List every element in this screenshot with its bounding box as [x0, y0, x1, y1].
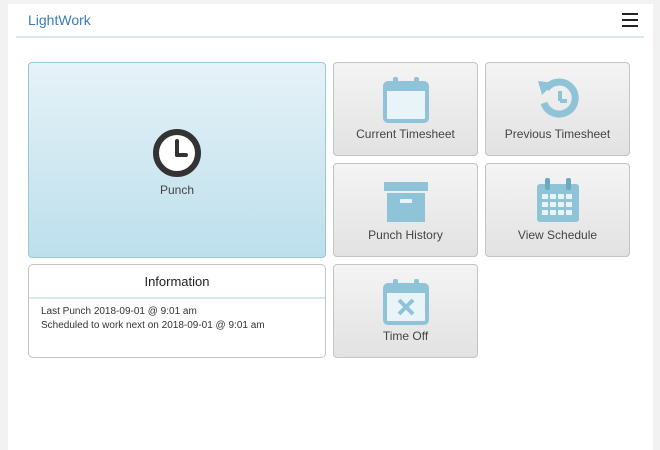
time-off-label: Time Off	[382, 329, 429, 343]
current-timesheet-label: Current Timesheet	[356, 127, 455, 141]
hamburger-menu-icon[interactable]	[622, 13, 638, 27]
top-bar: LightWork	[16, 4, 644, 38]
clock-icon	[153, 129, 201, 177]
previous-timesheet-button[interactable]: Previous Timesheet	[485, 62, 630, 156]
view-schedule-label: View Schedule	[517, 228, 598, 242]
punch-button[interactable]: Punch	[28, 62, 326, 258]
punch-history-label: Punch History	[368, 228, 443, 242]
calendar-x-icon	[383, 279, 429, 325]
time-off-button[interactable]: Time Off	[333, 264, 478, 358]
calendar-icon	[383, 77, 429, 123]
history-icon	[538, 78, 579, 118]
last-punch-text: Last Punch 2018-09-01 @ 9:01 am	[41, 306, 197, 317]
archive-box-icon	[384, 182, 428, 222]
calendar-grid-icon	[537, 178, 579, 222]
information-panel: Information Last Punch 2018-09-01 @ 9:01…	[28, 264, 326, 358]
previous-timesheet-label: Previous Timesheet	[504, 127, 611, 141]
next-schedule-text: Scheduled to work next on 2018-09-01 @ 9…	[41, 320, 265, 331]
current-timesheet-button[interactable]: Current Timesheet	[333, 62, 478, 156]
app-title[interactable]: LightWork	[28, 12, 91, 28]
punch-label: Punch	[159, 183, 195, 197]
view-schedule-button[interactable]: View Schedule	[485, 163, 630, 257]
page: LightWork Punch Current Timesheet Previo…	[8, 4, 653, 450]
information-title: Information	[29, 265, 325, 299]
punch-history-button[interactable]: Punch History	[333, 163, 478, 257]
